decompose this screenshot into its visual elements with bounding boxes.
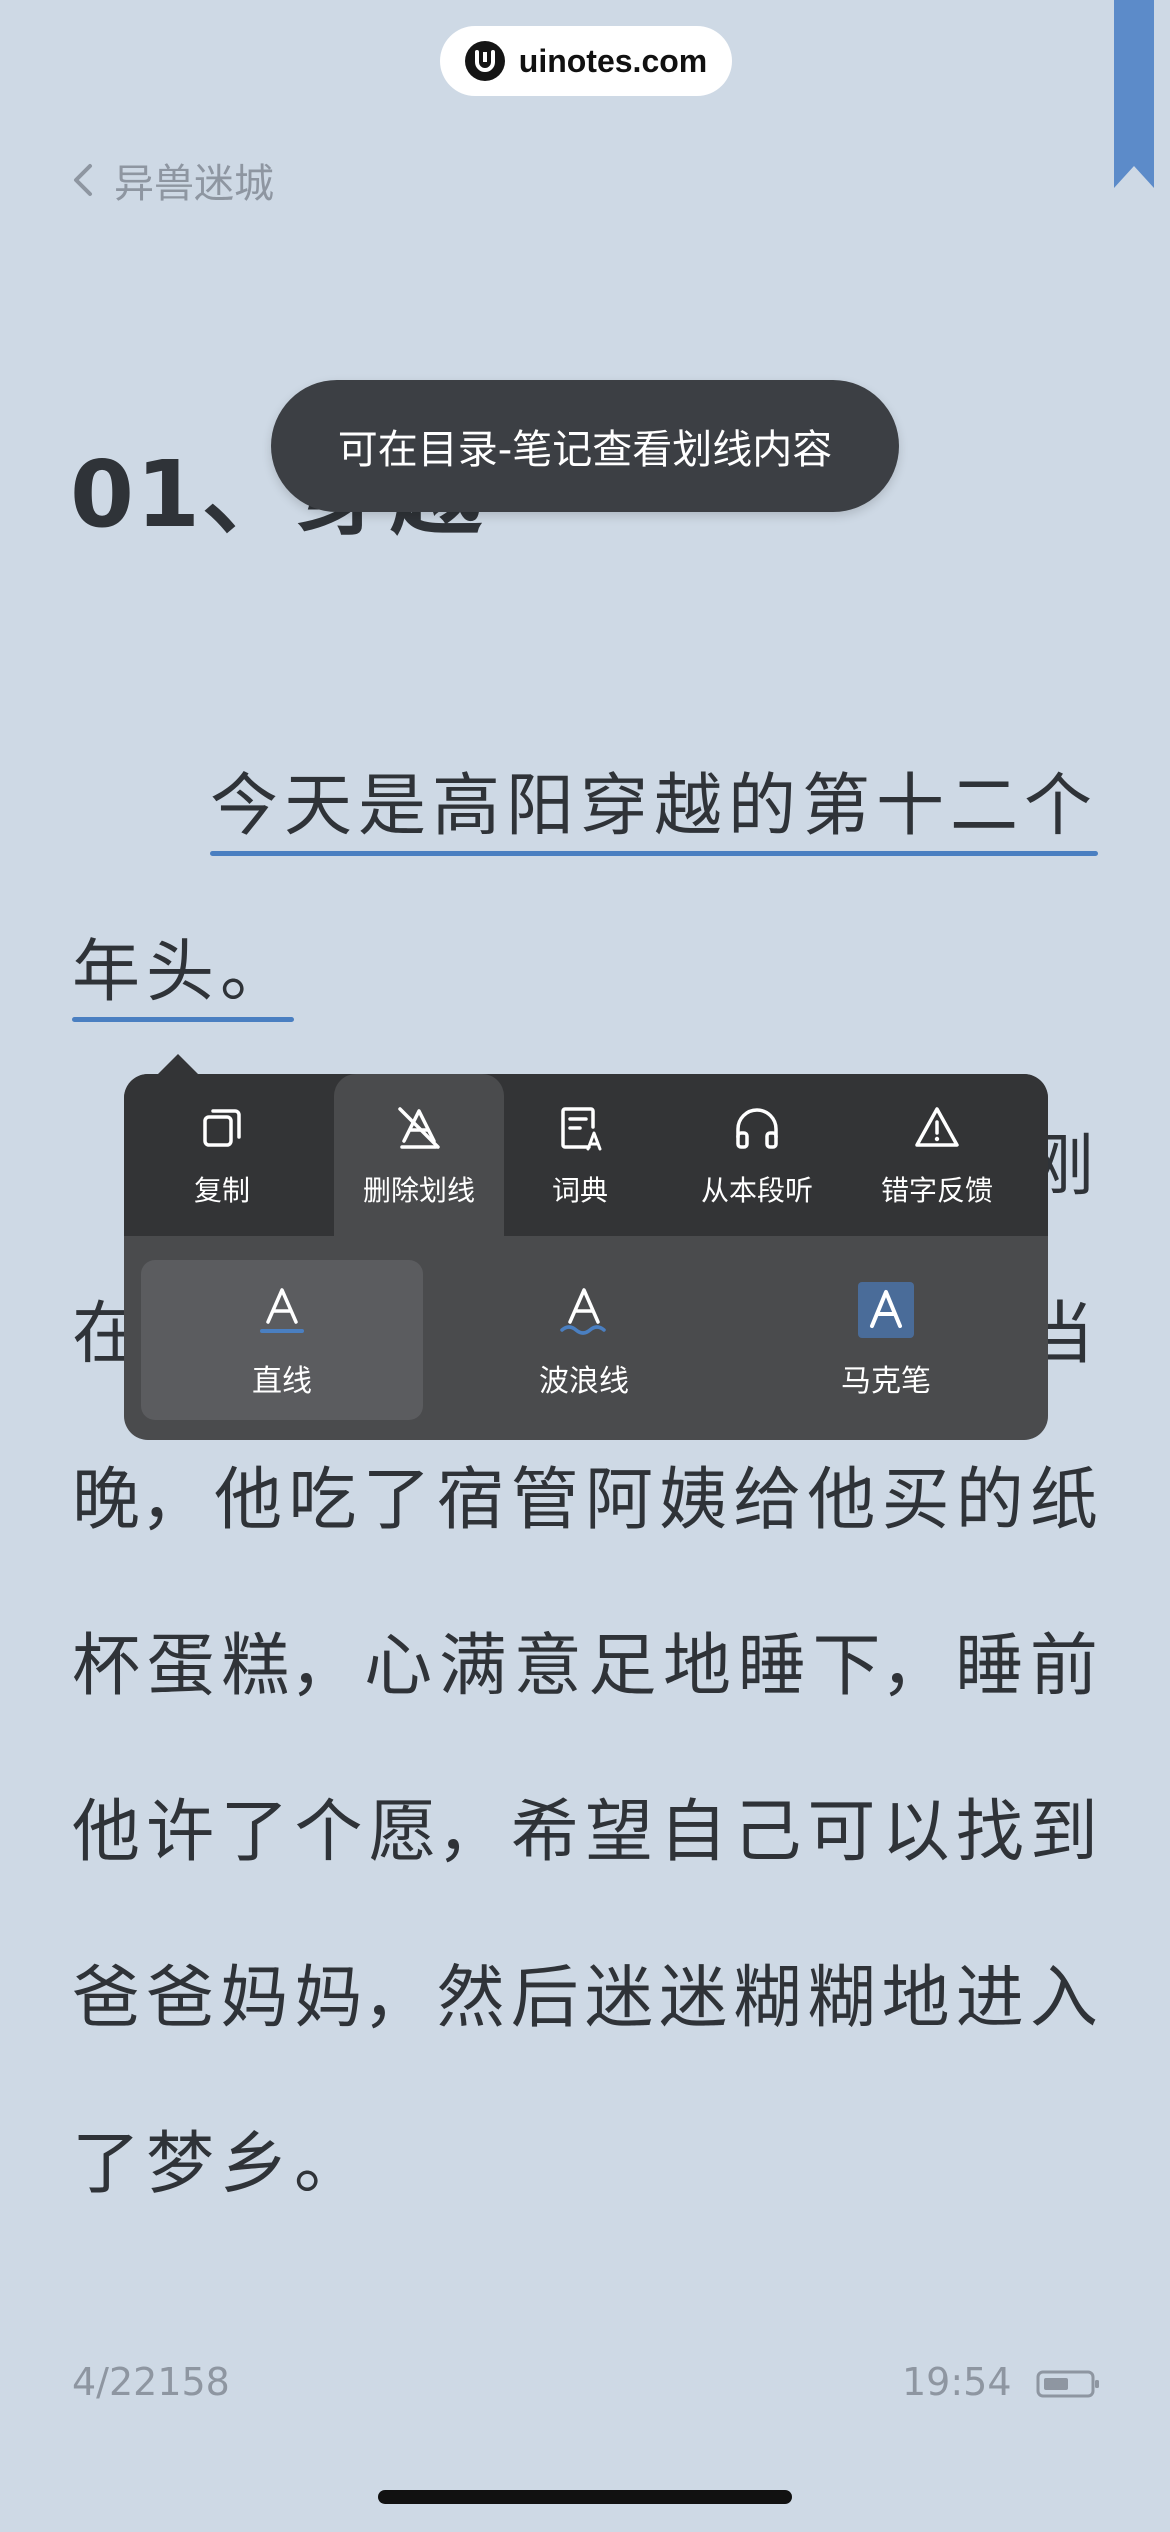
text-char: 管 bbox=[510, 1461, 579, 1540]
back-button[interactable]: 异兽迷城 bbox=[70, 150, 274, 210]
text-char: 姨 bbox=[659, 1461, 728, 1540]
toast-message: 可在目录-笔记查看划线内容 bbox=[271, 380, 899, 512]
text-line-7[interactable]: 他许了个愿，希望自己可以找到 bbox=[72, 1788, 1098, 1878]
clock: 19:54 bbox=[902, 2360, 1012, 2404]
watermark-logo-icon bbox=[464, 41, 505, 81]
dictionary-button[interactable]: 词典 bbox=[495, 1074, 665, 1236]
text-char: 杯 bbox=[72, 1627, 141, 1706]
text-line-9[interactable]: 了梦乡。 bbox=[72, 2120, 1098, 2210]
text-char: 睡 bbox=[737, 1627, 806, 1706]
text-char: 足 bbox=[588, 1627, 657, 1706]
text-char: 望 bbox=[584, 1793, 653, 1872]
text-char: 糊 bbox=[733, 1959, 802, 2038]
text-line-6[interactable]: 杯蛋糕，心满意足地睡下，睡前 bbox=[72, 1622, 1098, 1712]
wavy-underline-icon bbox=[560, 1288, 606, 1335]
text-char: 到 bbox=[1029, 1793, 1098, 1872]
text-char: 他 bbox=[214, 1461, 283, 1540]
text-char: 地 bbox=[663, 1627, 732, 1706]
text-line-5[interactable]: 晚，他吃了宿管阿姨给他买的纸 bbox=[72, 1456, 1098, 1546]
marker-option[interactable]: 马克笔 bbox=[745, 1260, 1027, 1420]
text-char: 心 bbox=[364, 1627, 433, 1706]
text-line-2[interactable]: 年头。 bbox=[72, 928, 1098, 1018]
selection-popup: 复制 删除划线 词典 从本段听 错字反馈 直线 波浪线 马克笔 bbox=[124, 1074, 1048, 1440]
battery-icon bbox=[1036, 2370, 1099, 2398]
text-char: 蛋 bbox=[146, 1627, 215, 1706]
copy-label: 复制 bbox=[193, 1174, 250, 1207]
text-char: 晚， bbox=[72, 1461, 209, 1540]
dictionary-icon bbox=[561, 1107, 602, 1151]
wavy-underline-label: 波浪线 bbox=[539, 1364, 629, 1399]
straight-underline-icon bbox=[260, 1288, 304, 1333]
text-char: 可 bbox=[807, 1793, 876, 1872]
text-char: 希 bbox=[510, 1793, 579, 1872]
text-char: 糊 bbox=[807, 1959, 876, 2038]
text-line-8[interactable]: 爸爸妈妈，然后迷迷糊糊地进入 bbox=[72, 1954, 1098, 2044]
marker-icon bbox=[858, 1282, 914, 1338]
text-char: 他 bbox=[72, 1793, 141, 1872]
underlined-text[interactable]: 今天是高阳穿越的第十二个 bbox=[210, 767, 1098, 846]
text-char: 迷 bbox=[659, 1959, 728, 2038]
copy-icon bbox=[203, 1109, 241, 1147]
page-number: 4/22158 bbox=[72, 2360, 230, 2404]
text-char: 下， bbox=[812, 1627, 949, 1706]
bookmark-ribbon-icon[interactable] bbox=[1114, 0, 1154, 188]
text-char: 的 bbox=[955, 1461, 1024, 1540]
text-char: 意 bbox=[513, 1627, 582, 1706]
text-char: 妈， bbox=[294, 1959, 431, 2038]
chevron-left-icon bbox=[74, 164, 92, 196]
text-line-1[interactable]: 今天是高阳穿越的第十二个 bbox=[72, 762, 1098, 852]
text-char: 吃 bbox=[288, 1461, 357, 1540]
text-char: 满 bbox=[438, 1627, 507, 1706]
text-char: 迷 bbox=[584, 1959, 653, 2038]
listen-from-here-button[interactable]: 从本段听 bbox=[672, 1074, 842, 1236]
text-char: 了 bbox=[362, 1461, 431, 1540]
text-char: 宿 bbox=[436, 1461, 505, 1540]
text-char: 睡 bbox=[955, 1627, 1024, 1706]
delete-underline-label: 删除划线 bbox=[362, 1174, 475, 1207]
copy-button[interactable]: 复制 bbox=[137, 1074, 307, 1236]
typo-feedback-button[interactable]: 错字反馈 bbox=[852, 1074, 1022, 1236]
text-char: 自 bbox=[659, 1793, 728, 1872]
listen-label: 从本段听 bbox=[700, 1174, 813, 1207]
book-title: 异兽迷城 bbox=[114, 161, 274, 207]
straight-underline-label: 直线 bbox=[252, 1364, 312, 1399]
text-char: 后 bbox=[510, 1959, 579, 2038]
text-char: 他 bbox=[807, 1461, 876, 1540]
straight-underline-option[interactable]: 直线 bbox=[141, 1260, 423, 1420]
text-char: 愿， bbox=[368, 1793, 505, 1872]
text-char: 前 bbox=[1029, 1627, 1098, 1706]
text-char: 阿 bbox=[584, 1461, 653, 1540]
text-char: 妈 bbox=[220, 1959, 289, 2038]
text-char: 爸 bbox=[146, 1959, 215, 2038]
text-char: 己 bbox=[733, 1793, 802, 1872]
text-char: 个 bbox=[294, 1793, 363, 1872]
text-char: 爸 bbox=[72, 1959, 141, 2038]
text-char: 进 bbox=[955, 1959, 1024, 2038]
wavy-underline-option[interactable]: 波浪线 bbox=[443, 1260, 725, 1420]
watermark-text: uinotes.com bbox=[518, 42, 708, 79]
delete-underline-icon bbox=[398, 1107, 440, 1149]
text-char: 地 bbox=[881, 1959, 950, 2038]
watermark-pill: uinotes.com bbox=[440, 26, 732, 96]
text-char: 给 bbox=[733, 1461, 802, 1540]
marker-label: 马克笔 bbox=[841, 1364, 931, 1399]
text-char: 了 bbox=[220, 1793, 289, 1872]
delete-underline-button[interactable]: 删除划线 bbox=[334, 1074, 504, 1236]
headphones-icon bbox=[736, 1108, 778, 1149]
underlined-text[interactable]: 年头。 bbox=[72, 933, 294, 1012]
popup-arrow bbox=[156, 1054, 200, 1076]
home-indicator[interactable] bbox=[378, 2490, 792, 2504]
warning-icon bbox=[915, 1107, 959, 1147]
text-char: 许 bbox=[146, 1793, 215, 1872]
dictionary-label: 词典 bbox=[551, 1174, 608, 1207]
text-char: 然 bbox=[436, 1959, 505, 2038]
text-char: 找 bbox=[955, 1793, 1024, 1872]
text-char: 纸 bbox=[1029, 1461, 1098, 1540]
text-char: 以 bbox=[881, 1793, 950, 1872]
text-char: 入 bbox=[1029, 1959, 1098, 2038]
typo-feedback-label: 错字反馈 bbox=[880, 1174, 993, 1207]
text-char: 买 bbox=[881, 1461, 950, 1540]
text-char: 糕， bbox=[221, 1627, 358, 1706]
